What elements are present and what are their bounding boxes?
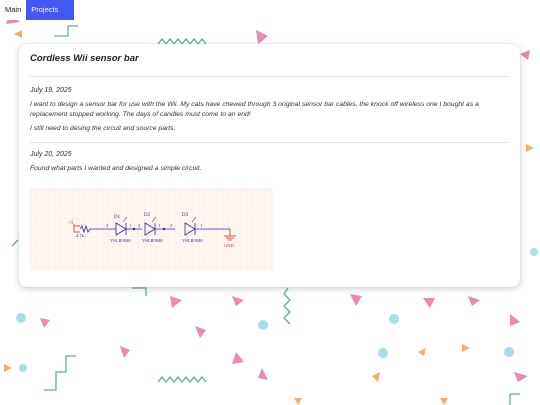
circle-shape <box>389 314 399 324</box>
triangle-shape <box>14 30 22 38</box>
triangle-shape <box>40 318 50 328</box>
entry-divider <box>30 141 509 143</box>
triangle-shape <box>256 30 268 44</box>
source-ref-label: +5 <box>68 221 74 226</box>
wire-junction <box>132 227 136 231</box>
triangle-shape <box>170 296 182 308</box>
zigzag-shape <box>157 375 207 384</box>
entry-july-19: July 19, 2025 I want to design a sensor … <box>30 87 509 134</box>
d1-part-label: VSLB3940 <box>110 238 131 243</box>
triangle-shape <box>232 296 244 306</box>
d3-ref-label: D3 <box>182 213 189 218</box>
triangle-shape <box>526 144 534 152</box>
circle-shape <box>258 320 268 330</box>
ground-label: GND <box>224 243 234 248</box>
triangle-shape <box>294 398 302 405</box>
pin-label: 2 <box>106 223 108 228</box>
zigzag-shape <box>283 287 291 325</box>
steps-shape <box>44 355 76 391</box>
steps-shape <box>54 25 78 37</box>
d2-ref-label: D2 <box>144 213 151 218</box>
triangle-shape <box>195 326 206 338</box>
wire-junction <box>162 227 166 231</box>
top-nav: Main Projects <box>0 0 75 20</box>
triangle-shape <box>120 346 130 358</box>
triangle-shape <box>462 344 470 352</box>
triangle-shape <box>350 294 362 306</box>
title-divider <box>30 76 509 77</box>
triangle-shape <box>440 398 448 405</box>
triangle-shape <box>232 352 244 364</box>
circle-shape <box>378 348 388 358</box>
pin-label: 1 <box>129 223 131 228</box>
entry-july-20: July 20, 2025 Found what parts I wanted … <box>30 151 509 174</box>
pin-label: 2 <box>138 223 140 228</box>
entry-paragraph: I still need to desing the circuit and s… <box>30 125 176 133</box>
steps-shape <box>509 393 520 405</box>
d3-part-label: VSLB3940 <box>182 238 203 243</box>
entry-paragraph: Found what parts I wanted and designed a… <box>30 164 202 172</box>
triangle-shape <box>418 348 426 356</box>
circle-shape <box>19 364 27 372</box>
triangle-shape <box>258 368 268 380</box>
triangle-shape <box>372 372 380 382</box>
steps-shape <box>11 239 19 247</box>
d2-part-label: VSLB3940 <box>142 238 163 243</box>
entry-date: July 20, 2025 <box>30 150 72 158</box>
nav-tab-projects[interactable]: Projects <box>26 0 75 20</box>
pin-label: 2 <box>170 223 172 228</box>
steps-shape <box>132 287 147 296</box>
entry-paragraph: I want to design a sensor bar for use wi… <box>30 101 479 118</box>
source-value-label: 4.7k <box>76 233 85 238</box>
nav-tab-main[interactable]: Main <box>0 0 27 20</box>
entry-date: July 19, 2025 <box>30 87 72 94</box>
triangle-shape <box>468 296 480 306</box>
triangle-shape <box>4 364 12 372</box>
triangle-shape <box>423 298 435 308</box>
pin-label: 1 <box>200 223 202 228</box>
circuit-schematic-image: +5 4.7k 2 D1 VSLB3940 1 2 D2 VSLB3940 1 … <box>30 188 273 270</box>
triangle-shape <box>514 372 528 382</box>
triangle-shape <box>520 50 530 60</box>
circle-shape <box>504 347 514 357</box>
circle-shape <box>530 248 538 256</box>
circle-shape <box>16 313 26 323</box>
d1-ref-label: D1 <box>114 215 121 220</box>
project-card: Cordless Wii sensor bar July 19, 2025 I … <box>19 44 520 287</box>
triangle-shape <box>510 314 520 326</box>
project-title: Cordless Wii sensor bar <box>30 53 139 64</box>
pin-label: 1 <box>158 223 160 228</box>
